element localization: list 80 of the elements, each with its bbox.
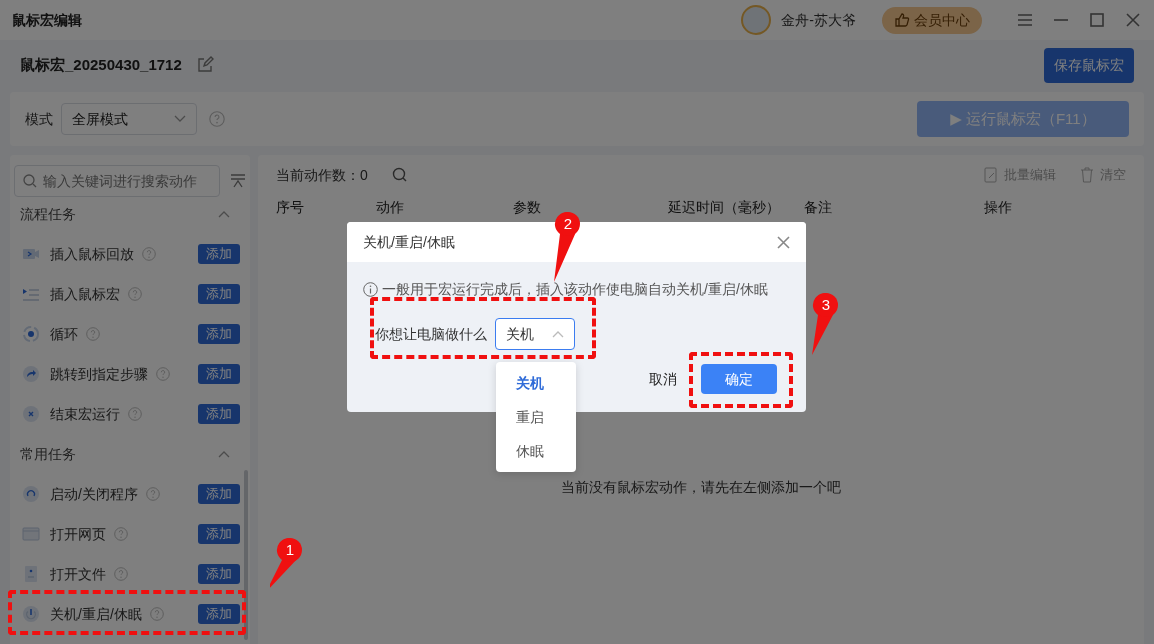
maximize-icon[interactable] <box>1088 11 1106 29</box>
column-header: 延迟时间（毫秒） <box>668 198 780 215</box>
column-header: 操作 <box>984 198 1012 215</box>
column-header: 备注 <box>804 198 832 215</box>
empty-message: 当前没有鼠标宏动作，请先在左侧添加一个吧 <box>560 478 842 497</box>
field-label: 你想让电脑做什么 <box>375 324 487 344</box>
action-label: 结束宏运行 <box>50 404 120 424</box>
cancel-button[interactable]: 取消 <box>649 368 677 390</box>
dialog-title: 关机/重启/休眠 <box>363 232 455 252</box>
window-title: 鼠标宏编辑 <box>12 10 82 30</box>
column-header: 参数 <box>513 198 541 215</box>
chevron-up-icon <box>552 330 564 338</box>
help-icon <box>128 287 142 301</box>
save-macro-button[interactable]: 保存鼠标宏 <box>1044 47 1134 83</box>
column-header: 动作 <box>376 198 404 215</box>
action-label: 打开网页 <box>50 524 106 544</box>
dropdown-option[interactable]: 休眠 <box>496 434 576 468</box>
add-button[interactable]: 添加 <box>198 404 240 424</box>
power-icon <box>22 605 40 623</box>
action-select[interactable]: 关机 <box>495 318 575 350</box>
user-avatar[interactable] <box>741 5 772 35</box>
action-label: 插入鼠标宏 <box>50 284 120 304</box>
dropdown-option[interactable]: 关机 <box>496 366 576 400</box>
filter-icon[interactable] <box>230 174 246 188</box>
dropdown-option[interactable]: 重启 <box>496 400 576 434</box>
action-label: 启动/关闭程序 <box>50 484 138 504</box>
info-icon <box>363 282 378 297</box>
vip-center-button[interactable]: 会员中心 <box>882 6 982 34</box>
chevron-down-icon <box>174 115 186 123</box>
help-icon <box>145 487 160 501</box>
close-icon[interactable] <box>1124 11 1142 29</box>
close-circle-icon <box>22 405 40 423</box>
add-button[interactable]: 添加 <box>198 284 240 304</box>
macro-name: 鼠标宏_20250430_1712 <box>20 54 182 75</box>
section-title: 常用任务 <box>20 444 76 464</box>
user-name: 金舟-苏大爷 <box>781 10 856 30</box>
section-title: 流程任务 <box>20 204 76 224</box>
action-label: 关机/重启/休眠 <box>50 604 142 624</box>
action-label: 跳转到指定步骤 <box>50 364 148 384</box>
chevron-up-icon[interactable] <box>218 450 230 458</box>
info-text: 一般用于宏运行完成后，插入该动作使电脑自动关机/重启/休眠 <box>382 280 768 299</box>
add-button[interactable]: 添加 <box>198 484 240 504</box>
action-label: 循环 <box>50 324 78 344</box>
help-icon <box>156 367 170 381</box>
help-icon <box>114 567 128 581</box>
add-button[interactable]: 添加 <box>198 604 240 624</box>
add-button[interactable]: 添加 <box>198 364 240 384</box>
add-button[interactable]: 添加 <box>198 564 240 584</box>
document-edit-icon <box>984 167 998 183</box>
add-button[interactable]: 添加 <box>198 324 240 344</box>
search-field[interactable]: 输入关键词进行搜索动作 <box>14 165 220 197</box>
add-button[interactable]: 添加 <box>198 524 240 544</box>
power-cycle-icon <box>22 485 40 503</box>
action-label: 插入鼠标回放 <box>50 244 134 264</box>
help-icon <box>142 247 156 261</box>
browser-window-icon <box>22 525 40 543</box>
document-icon <box>22 565 40 583</box>
search-icon <box>23 174 37 188</box>
menu-icon[interactable] <box>1016 11 1034 29</box>
column-header: 序号 <box>276 198 304 215</box>
ok-button[interactable]: 确定 <box>701 364 777 394</box>
help-icon <box>86 327 100 341</box>
help-icon <box>114 527 128 541</box>
edit-icon[interactable] <box>195 56 214 74</box>
add-button[interactable]: 添加 <box>198 244 240 264</box>
callout-badge: 3 <box>812 293 838 355</box>
loop-icon <box>22 325 40 343</box>
help-icon <box>149 607 164 621</box>
callout-badge: 2 <box>554 212 580 282</box>
help-icon <box>128 407 142 421</box>
help-icon <box>209 111 225 127</box>
action-count: 当前动作数：0 <box>276 165 368 185</box>
chevron-up-icon[interactable] <box>218 210 230 218</box>
trash-icon <box>1080 167 1094 183</box>
mode-select[interactable]: 全屏模式 <box>61 103 197 135</box>
close-icon[interactable] <box>777 235 790 249</box>
thumbs-up-icon <box>894 12 910 28</box>
search-icon[interactable] <box>391 167 408 183</box>
mode-label: 模式 <box>25 109 53 129</box>
action-label: 打开文件 <box>50 564 106 584</box>
